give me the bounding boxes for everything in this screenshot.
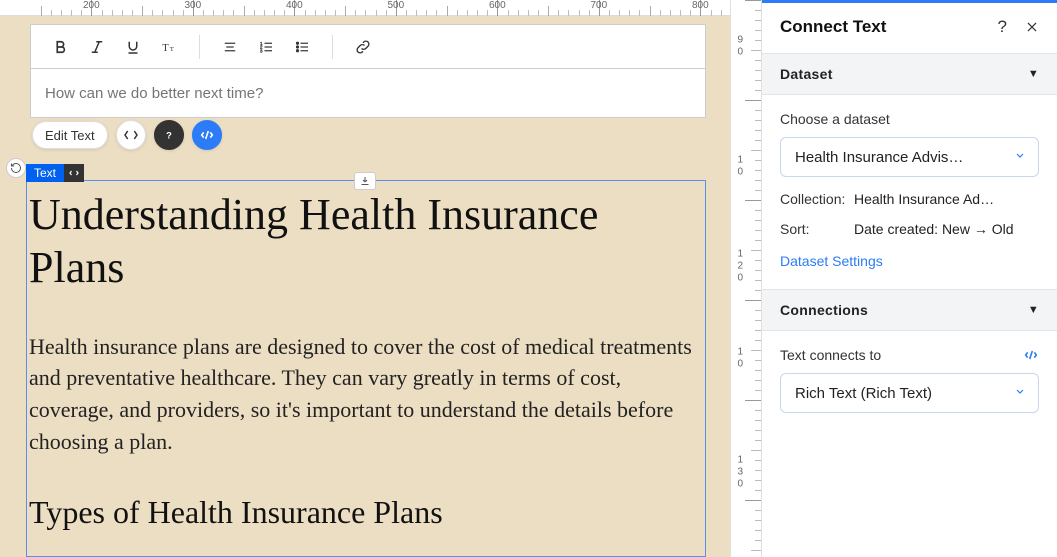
selection-binding-icon[interactable]	[64, 164, 84, 182]
content-subheading: Types of Health Insurance Plans	[29, 494, 703, 531]
sort-value: Date created: New → Old	[854, 221, 1039, 237]
edit-text-button[interactable]: Edit Text	[32, 121, 108, 149]
ruler-tick-label: 1	[737, 455, 743, 466]
data-binding-button[interactable]	[192, 120, 222, 150]
ruler-tick-label: 0	[737, 359, 743, 370]
text-format-toolbar: TT 123	[30, 24, 706, 68]
ruler-tick-label: 400	[286, 0, 303, 11]
italic-button[interactable]	[79, 29, 115, 65]
ruler-tick-label: 500	[388, 0, 405, 11]
ruler-tick-label: 9	[737, 35, 743, 46]
text-size-button[interactable]: TT	[151, 29, 187, 65]
toolbar-divider	[332, 35, 333, 59]
editor-canvas: 200300400500600700800 TT 123 Edit Tex	[0, 0, 730, 557]
ruler-tick-label: 0	[737, 479, 743, 490]
chevron-down-icon: ▼	[1028, 304, 1039, 316]
binding-icon[interactable]	[1023, 347, 1039, 363]
ruler-tick-label: 200	[83, 0, 100, 11]
selection-label: Text	[26, 164, 84, 182]
ruler-tick-label: 3	[737, 467, 743, 478]
align-button[interactable]	[212, 29, 248, 65]
content-heading: Understanding Health Insurance Plans	[29, 189, 703, 295]
svg-text:T: T	[162, 42, 169, 53]
collection-label: Collection:	[780, 191, 854, 207]
bold-button[interactable]	[43, 29, 79, 65]
ruler-tick-label: 1	[737, 155, 743, 166]
dataset-settings-link[interactable]: Dataset Settings	[780, 253, 883, 269]
choose-dataset-label: Choose a dataset	[780, 111, 1039, 127]
connections-section-header[interactable]: Connections ▼	[762, 289, 1057, 331]
element-action-pills: Edit Text ?	[32, 120, 222, 150]
bullet-list-button[interactable]	[284, 29, 320, 65]
connect-data-button[interactable]	[116, 120, 146, 150]
help-icon[interactable]: ?	[998, 17, 1007, 37]
chevron-down-icon	[1014, 149, 1026, 166]
horizontal-ruler: 200 300 400 500 600 700 800	[0, 0, 730, 16]
chevron-down-icon: ▼	[1028, 68, 1039, 80]
dataset-section-body: Choose a dataset Health Insurance Advis……	[762, 95, 1057, 289]
ruler-tick-label: 700	[591, 0, 608, 11]
help-button[interactable]: ?	[154, 120, 184, 150]
connections-section-body: Text connects to Rich Text (Rich Text)	[762, 331, 1057, 433]
ruler-tick-label: 0	[737, 167, 743, 178]
connect-text-panel: Connect Text ? Dataset ▼ Choose a datase…	[762, 0, 1057, 557]
connects-to-label: Text connects to	[780, 347, 881, 363]
ruler-tick-label: 0	[737, 273, 743, 284]
link-button[interactable]	[345, 29, 381, 65]
collection-value: Health Insurance Ad…	[854, 191, 1039, 207]
svg-text:?: ?	[166, 130, 172, 140]
toolbar-divider	[199, 35, 200, 59]
selected-text-element[interactable]: Understanding Health Insurance Plans Hea…	[26, 180, 706, 557]
chevron-down-icon	[1014, 385, 1026, 402]
svg-text:3: 3	[260, 48, 263, 53]
content-body: Health insurance plans are designed to c…	[29, 331, 703, 459]
ruler-tick-label: 0	[737, 47, 743, 58]
panel-title: Connect Text	[780, 17, 886, 37]
dataset-dropdown[interactable]: Health Insurance Advis…	[780, 137, 1039, 177]
ruler-tick-label: 300	[185, 0, 202, 11]
close-icon[interactable]	[1025, 20, 1039, 34]
svg-text:T: T	[170, 45, 175, 52]
history-button[interactable]	[6, 158, 26, 178]
ruler-tick-label: 1	[737, 249, 743, 260]
selection-type-label: Text	[26, 164, 64, 182]
ruler-tick-label: 1	[737, 347, 743, 358]
sort-label: Sort:	[780, 221, 854, 237]
ruler-tick-label: 2	[737, 261, 743, 272]
numbered-list-button[interactable]: 123	[248, 29, 284, 65]
panel-header: Connect Text ?	[762, 3, 1057, 53]
ruler-tick-label: 600	[489, 0, 506, 11]
feedback-input[interactable]	[30, 68, 706, 118]
connection-field-dropdown[interactable]: Rich Text (Rich Text)	[780, 373, 1039, 413]
download-button[interactable]	[354, 172, 376, 190]
ruler-tick-label: 800	[692, 0, 709, 11]
dataset-section-header[interactable]: Dataset ▼	[762, 53, 1057, 95]
vertical-ruler: 901012010130	[730, 0, 762, 557]
underline-button[interactable]	[115, 29, 151, 65]
